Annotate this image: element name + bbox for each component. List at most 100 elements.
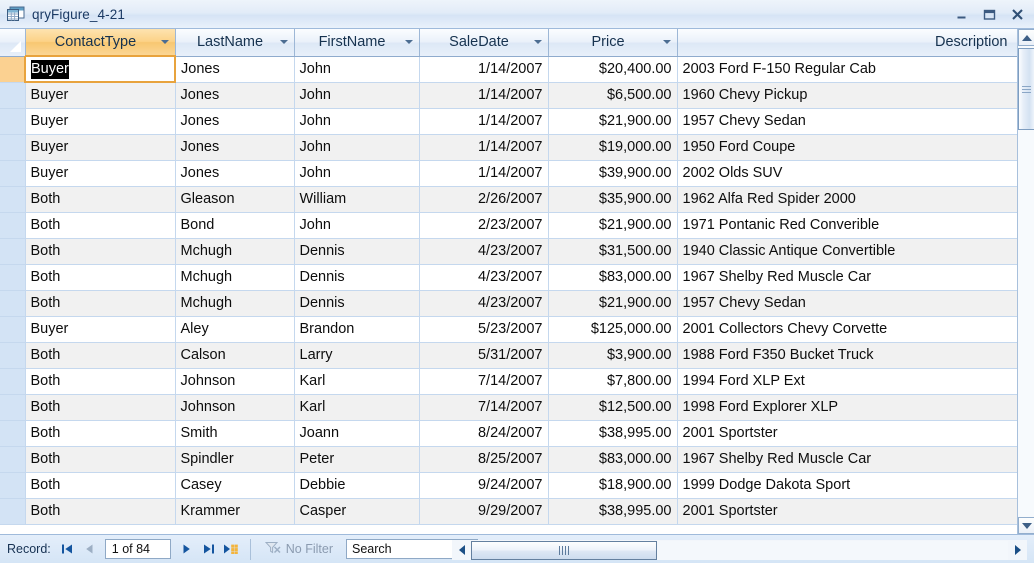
cell-saledate[interactable]: 5/31/2007 [419,342,549,369]
cell-price[interactable]: $12,500.00 [548,394,678,421]
row-selector[interactable] [0,316,26,343]
table-row[interactable]: Buyer Jones John 1/14/2007 $21,900.00 1957 Ch… [0,108,1017,135]
cell-saledate[interactable]: 2/23/2007 [419,212,549,239]
cell-firstname[interactable]: Karl [294,394,420,421]
cell-lastname[interactable]: Jones [175,160,295,187]
cell-price[interactable]: $21,900.00 [548,108,678,135]
cell-contacttype[interactable]: Both [25,420,176,447]
cell-description[interactable]: 1957 Chevy Sedan [677,290,1017,317]
cell-lastname[interactable]: Jones [175,82,295,109]
chevron-down-icon[interactable] [661,40,674,45]
last-record-icon[interactable] [199,540,218,559]
table-row[interactable]: Both Mchugh Dennis 4/23/2007 $21,900.00 1957 … [0,290,1017,317]
cell-lastname[interactable]: Johnson [175,394,295,421]
cell-firstname[interactable]: John [294,82,420,109]
row-selector[interactable] [0,160,26,187]
cell-firstname[interactable]: Karl [294,368,420,395]
cell-saledate[interactable]: 1/14/2007 [419,108,549,135]
row-selector[interactable] [0,368,26,395]
vertical-scroll-thumb[interactable] [1018,48,1034,130]
cell-lastname[interactable]: Jones [175,56,295,83]
cell-price[interactable]: $83,000.00 [548,264,678,291]
next-record-icon[interactable] [177,540,196,559]
cell-firstname[interactable]: Debbie [294,472,420,499]
cell-saledate[interactable]: 8/24/2007 [419,420,549,447]
cell-firstname[interactable]: William [294,186,420,213]
cell-saledate[interactable]: 1/14/2007 [419,134,549,161]
cell-lastname[interactable]: Mchugh [175,290,295,317]
row-selector[interactable] [0,420,26,447]
cell-description[interactable]: 1988 Ford F350 Bucket Truck [677,342,1017,369]
cell-price[interactable]: $19,000.00 [548,134,678,161]
chevron-down-icon[interactable] [403,40,416,45]
cell-saledate[interactable]: 7/14/2007 [419,368,549,395]
cell-lastname[interactable]: Jones [175,108,295,135]
cell-contacttype[interactable]: Both [25,498,176,525]
row-selector[interactable] [0,290,26,317]
cell-contacttype[interactable]: Both [25,264,176,291]
scroll-right-icon[interactable] [1008,541,1027,560]
row-selector[interactable] [0,56,26,83]
cell-price[interactable]: $21,900.00 [548,212,678,239]
cell-contacttype[interactable]: Buyer [25,108,176,135]
cell-description[interactable]: 1950 Ford Coupe [677,134,1017,161]
new-record-icon[interactable] [221,540,240,559]
cell-firstname[interactable]: Casper [294,498,420,525]
table-row[interactable]: Both Gleason William 2/26/2007 $35,900.00 196… [0,186,1017,213]
cell-saledate[interactable]: 1/14/2007 [419,82,549,109]
table-row[interactable]: Both Spindler Peter 8/25/2007 $83,000.00 1967… [0,446,1017,473]
first-record-icon[interactable] [58,540,77,559]
table-row[interactable]: Both Casey Debbie 9/24/2007 $18,900.00 1999 D… [0,472,1017,499]
cell-description[interactable]: 2001 Collectors Chevy Corvette [677,316,1017,343]
table-row[interactable]: Both Johnson Karl 7/14/2007 $12,500.00 1998 F… [0,394,1017,421]
cell-saledate[interactable]: 8/25/2007 [419,446,549,473]
chevron-down-icon[interactable] [532,40,545,45]
table-row[interactable]: Both Smith Joann 8/24/2007 $38,995.00 2001 Sp… [0,420,1017,447]
cell-contacttype[interactable]: Buyer [25,82,176,109]
row-selector[interactable] [0,186,26,213]
cell-description[interactable]: 2002 Olds SUV [677,160,1017,187]
cell-firstname[interactable]: John [294,108,420,135]
cell-description[interactable]: 1967 Shelby Red Muscle Car [677,264,1017,291]
horizontal-scroll-thumb[interactable] [471,540,657,560]
filter-toggle-button[interactable]: No Filter [261,541,337,557]
cell-contacttype[interactable]: Both [25,394,176,421]
cell-lastname[interactable]: Jones [175,134,295,161]
cell-saledate[interactable]: 9/29/2007 [419,498,549,525]
cell-contacttype[interactable]: Both [25,238,176,265]
row-selector[interactable] [0,472,26,499]
row-selector[interactable] [0,82,26,109]
cell-firstname[interactable]: John [294,212,420,239]
cell-saledate[interactable]: 1/14/2007 [419,160,549,187]
table-row[interactable]: Both Mchugh Dennis 4/23/2007 $83,000.00 1967 … [0,264,1017,291]
close-button[interactable] [1010,7,1025,22]
record-position-input[interactable]: 1 of 84 [104,539,171,559]
cell-price[interactable]: $39,900.00 [548,160,678,187]
cell-lastname[interactable]: Gleason [175,186,295,213]
scroll-down-icon[interactable] [1018,517,1034,534]
cell-price[interactable]: $31,500.00 [548,238,678,265]
cell-saledate[interactable]: 1/14/2007 [419,56,549,83]
cell-description[interactable]: 1971 Pontanic Red Converible [677,212,1017,239]
scroll-up-icon[interactable] [1018,29,1034,46]
table-row[interactable]: Buyer Jones John 1/14/2007 $20,400.00 2003 Fo… [0,55,1017,83]
row-selector[interactable] [0,342,26,369]
cell-contacttype[interactable]: Both [25,342,176,369]
cell-firstname[interactable]: John [294,56,420,83]
cell-price[interactable]: $38,995.00 [548,498,678,525]
select-all-corner[interactable] [0,29,26,57]
cell-lastname[interactable]: Krammer [175,498,295,525]
column-header-firstname[interactable]: FirstName [294,29,420,57]
cell-contacttype[interactable]: Buyer [24,55,176,83]
cell-price[interactable]: $21,900.00 [548,290,678,317]
column-header-lastname[interactable]: LastName [175,29,295,57]
minimize-button[interactable] [954,7,969,22]
cell-contacttype[interactable]: Buyer [25,160,176,187]
cell-contacttype[interactable]: Both [25,212,176,239]
vertical-scroll-track[interactable] [1018,46,1034,517]
cell-price[interactable]: $38,995.00 [548,420,678,447]
row-selector[interactable] [0,264,26,291]
previous-record-icon[interactable] [80,540,99,559]
cell-contacttype[interactable]: Buyer [25,134,176,161]
row-selector[interactable] [0,134,26,161]
